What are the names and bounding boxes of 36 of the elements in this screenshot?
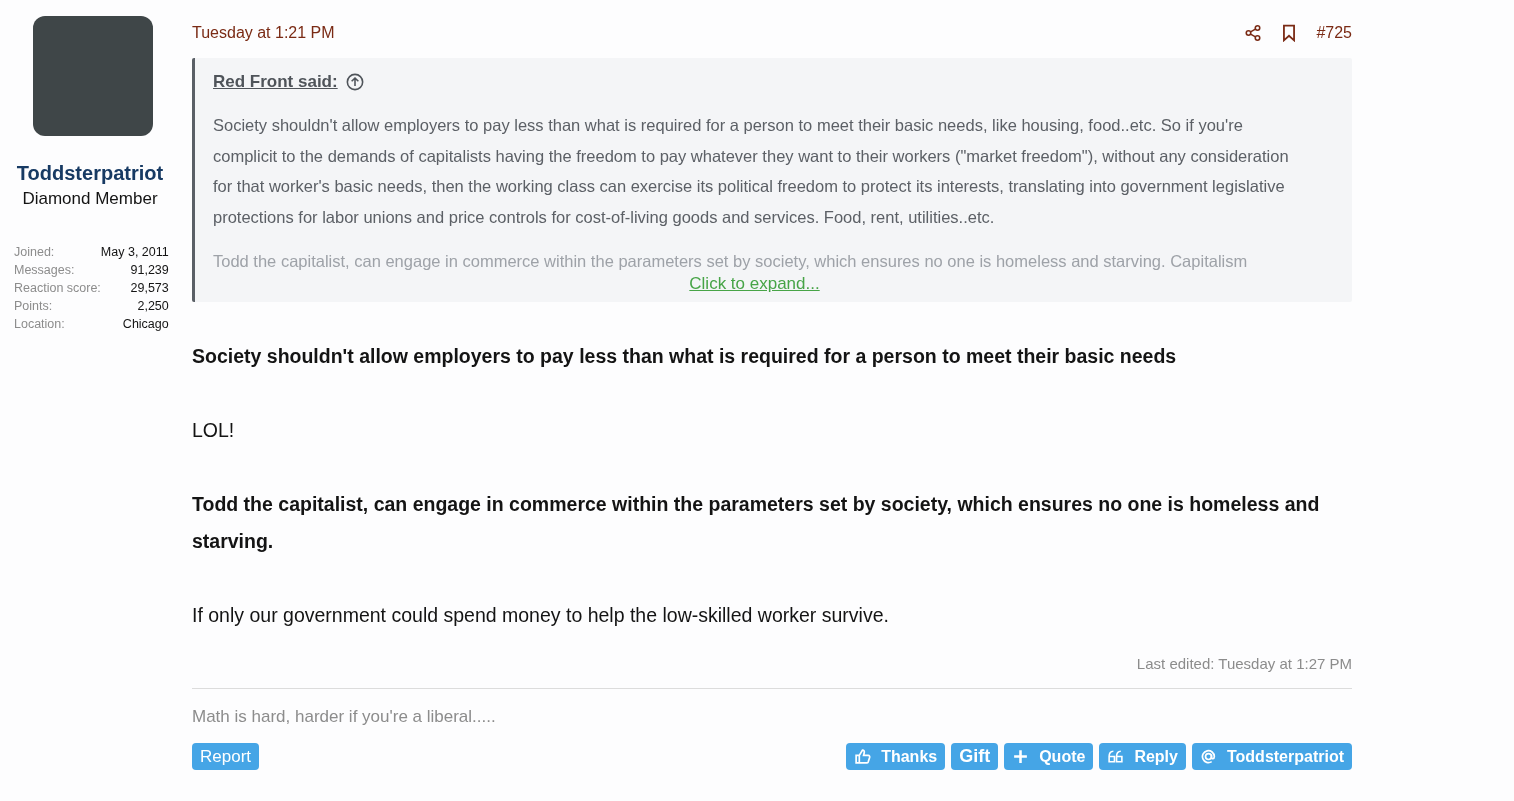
thumbs-up-icon [854,748,872,765]
post-number[interactable]: #725 [1316,24,1352,42]
stat-value: 91,239 [129,263,169,277]
stat-value: Chicago [121,317,169,331]
stat-label: Messages: [14,263,76,277]
post-text: Society shouldn't allow employers to pay less than what is required for a person to meet their basic needs [192,344,1178,369]
post-text: Todd the capitalist, can engage in commerce within the parameters set by society, which ensures no one is homeless and starving. [192,492,1321,554]
username[interactable]: Toddsterpatriot [16,162,164,185]
mention-button[interactable]: Toddsterpatriot [1191,743,1352,770]
reply-button[interactable]: Reply [1099,743,1186,770]
stat-label: Reaction score: [14,281,101,295]
stat-value: 2,250 [136,299,169,313]
plus-icon [1012,748,1030,765]
stat-label: Location: [14,317,66,331]
thanks-button[interactable]: Thanks [846,743,946,770]
post-text: LOL! [192,418,236,443]
signature: Math is hard, harder if you're a liberal..... [192,707,497,727]
quote-text: Todd the capitalist, can engage in commerce within the parameters set by society, which ensures no one is homeless and starving. Capitalism [213,251,1249,272]
report-button[interactable]: Report [192,743,260,770]
gift-button[interactable]: Gift [951,743,999,770]
quote-button[interactable]: Quote [1004,743,1094,770]
post-text: If only our government could spend money to help the low-skilled worker survive. [192,603,890,628]
last-edited: Last edited: Tuesday at 1:27 PM [1135,655,1352,672]
user-title: Diamond Member [22,189,158,209]
click-to-expand-link[interactable]: Click to expand... [213,274,1296,294]
arrow-up-circle-icon[interactable] [345,73,364,91]
quote-text: Society shouldn't allow employers to pay less than what is required for a person to meet their basic needs, like housing, food..etc. So if you're complicit to the demands of capitalists having the freedom to pay whatever they want to their workers ("market freedom"), without any consideration for that worker's basic needs, then the working class can exercise its political freedom to protect its interests, translating into government legislative protections for labor unions and price controls for cost-of-living goods and services. Food, rent, utilities..etc. [213,115,1290,228]
at-sign-icon [1199,748,1217,765]
stat-value: May 3, 2011 [100,245,169,259]
stat-value: 29,573 [129,281,169,295]
quote-marks-icon [1107,748,1125,765]
stat-label: Joined: [14,245,56,259]
post-date[interactable]: Tuesday at 1:21 PM [192,24,1227,42]
share-icon[interactable] [1244,24,1263,42]
quote-author-link[interactable]: Red Front said: [213,72,338,92]
stat-label: Points: [14,299,54,313]
